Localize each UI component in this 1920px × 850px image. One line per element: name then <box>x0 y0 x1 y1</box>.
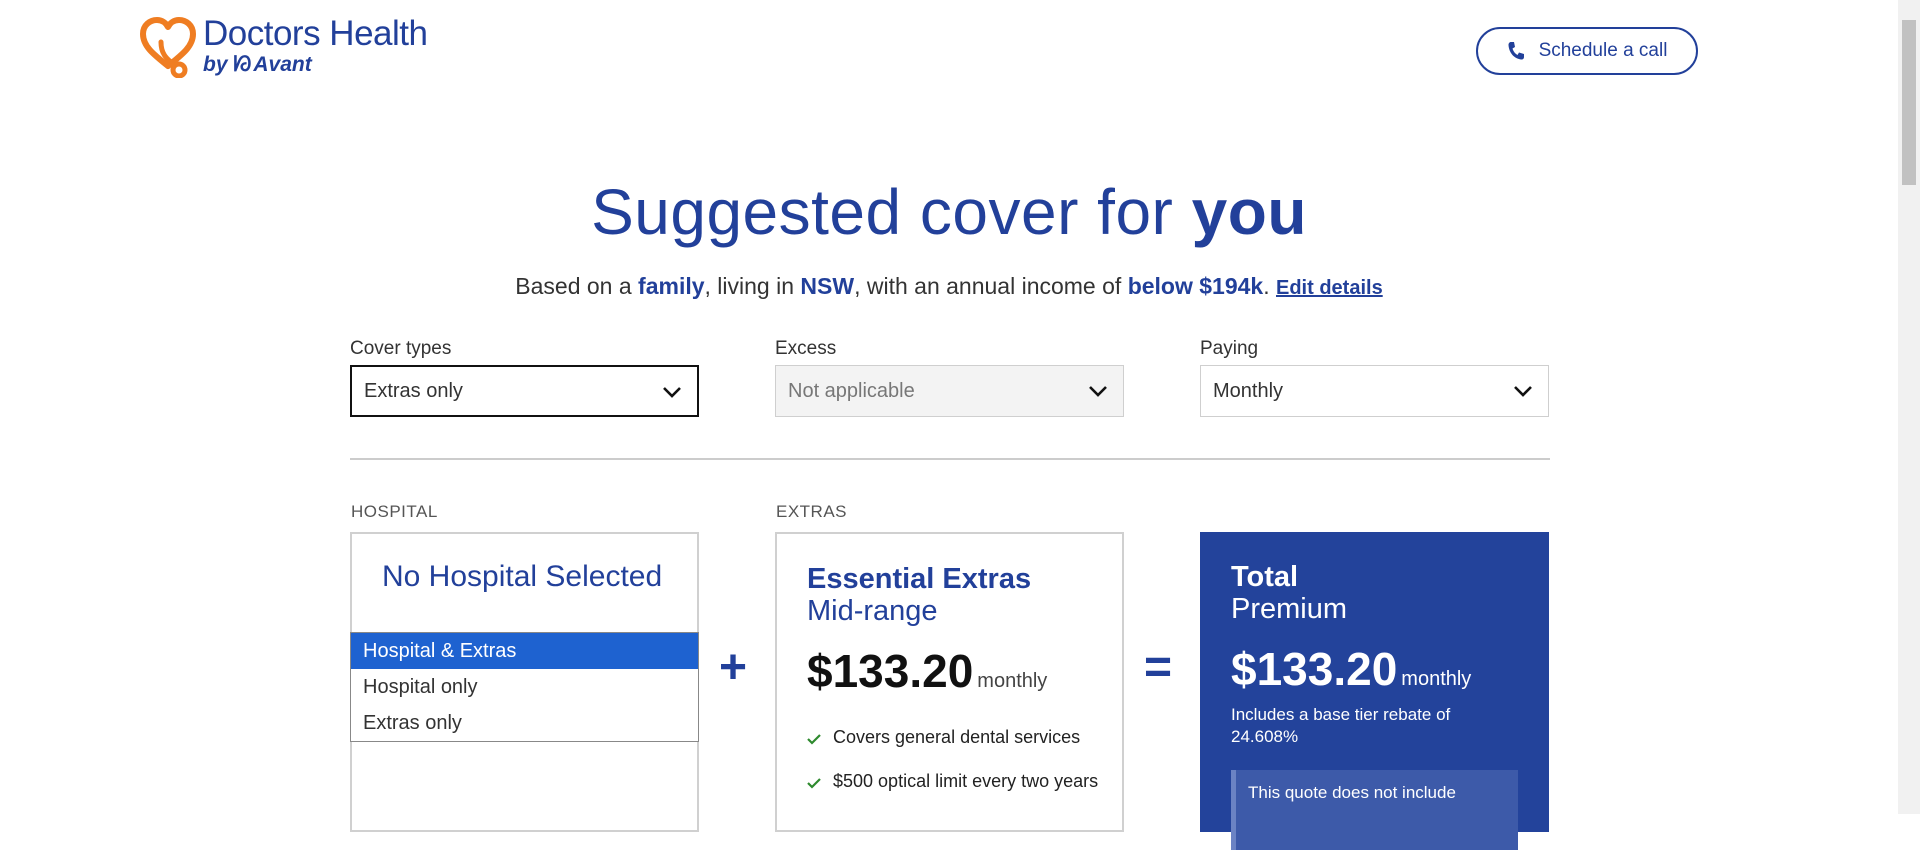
extras-price-value: $133.20 <box>807 645 974 697</box>
page-scrollbar[interactable] <box>1898 0 1920 814</box>
summary-text: . <box>1263 273 1270 299</box>
cover-types-dropdown[interactable]: Hospital & Extras Hospital only Extras o… <box>350 632 699 742</box>
total-price-unit: monthly <box>1401 668 1472 690</box>
excess-value: Not applicable <box>788 379 915 402</box>
brand-name: Doctors Health <box>203 14 428 53</box>
total-title: Total <box>1231 561 1299 593</box>
plus-operator: + <box>719 641 748 694</box>
cover-types-select[interactable]: Extras only <box>350 365 699 417</box>
schedule-call-label: Schedule a call <box>1538 40 1668 61</box>
total-subtitle: Premium <box>1231 593 1348 625</box>
brand-sub: Avant <box>253 53 312 76</box>
paying-select[interactable]: Monthly <box>1200 365 1549 417</box>
paying-value: Monthly <box>1213 379 1284 402</box>
section-divider <box>350 458 1550 460</box>
total-price: $133.20 monthly <box>1231 644 1471 704</box>
summary-text: , living in <box>704 273 801 299</box>
edit-details-link[interactable]: Edit details <box>1276 277 1383 299</box>
chevron-down-icon <box>1514 386 1532 397</box>
excess-select[interactable]: Not applicable <box>775 365 1124 417</box>
avant-mark-icon: ᘗ <box>233 53 252 76</box>
title-light: Suggested cover for <box>591 176 1192 248</box>
hospital-column-label: HOSPITAL <box>351 502 438 521</box>
brand-by: by <box>203 53 228 76</box>
page-title: Suggested cover for you <box>0 172 1898 252</box>
household-type: family <box>638 273 705 299</box>
brand-by-line: by ᘗ Avant <box>203 54 427 76</box>
extras-column-label: EXTRAS <box>776 502 848 521</box>
total-premium-card: Total Premium $133.20 monthly Includes a … <box>1200 532 1549 850</box>
chevron-down-icon <box>1089 386 1107 397</box>
dropdown-option-extras-only[interactable]: Extras only <box>351 705 698 741</box>
paying-label: Paying <box>1200 338 1259 359</box>
rebate-text: Includes a base tier rebate of 24.608% <box>1231 705 1451 746</box>
quote-summary: Based on a family, living in NSW, with a… <box>0 270 1898 304</box>
heart-stethoscope-icon <box>140 17 196 78</box>
extras-price: $133.20 monthly <box>807 646 1047 706</box>
dropdown-option-hospital-only[interactable]: Hospital only <box>351 669 698 705</box>
brand-logo[interactable]: Doctors Health by ᘗ Avant <box>139 14 428 78</box>
summary-text: , with an annual income of <box>854 273 1128 299</box>
scrollbar-thumb[interactable] <box>1902 20 1916 185</box>
title-bold: you <box>1191 176 1307 248</box>
extras-product-title: Essential Extras <box>807 563 1032 595</box>
feature-item: Covers general dental services <box>807 726 1107 750</box>
equals-operator: = <box>1144 641 1173 694</box>
quote-note: This quote does not include <box>1231 770 1518 850</box>
cover-types-value: Extras only <box>364 379 463 402</box>
dropdown-option-hospital-extras[interactable]: Hospital & Extras <box>351 633 698 669</box>
extras-card: Essential Extras Mid-range $133.20 monthl… <box>775 532 1124 832</box>
phone-icon <box>1508 42 1524 60</box>
total-price-value: $133.20 <box>1231 643 1398 695</box>
check-icon <box>807 770 833 794</box>
feature-item: $500 optical limit every two years <box>807 770 1107 794</box>
summary-text: Based on a <box>515 273 639 299</box>
state-value: NSW <box>800 273 855 299</box>
schedule-call-button[interactable]: Schedule a call <box>1476 27 1698 75</box>
hospital-title: No Hospital Selected <box>382 560 663 593</box>
chevron-down-icon <box>663 387 681 398</box>
excess-label: Excess <box>775 338 837 359</box>
income-value: below $194k <box>1127 273 1264 299</box>
check-icon <box>807 726 833 750</box>
extras-price-unit: monthly <box>977 670 1048 692</box>
feature-text: Covers general dental services <box>833 727 1081 747</box>
cover-types-label: Cover types <box>350 338 452 359</box>
feature-text: $500 optical limit every two years <box>833 771 1099 791</box>
extras-tier: Mid-range <box>807 595 938 627</box>
